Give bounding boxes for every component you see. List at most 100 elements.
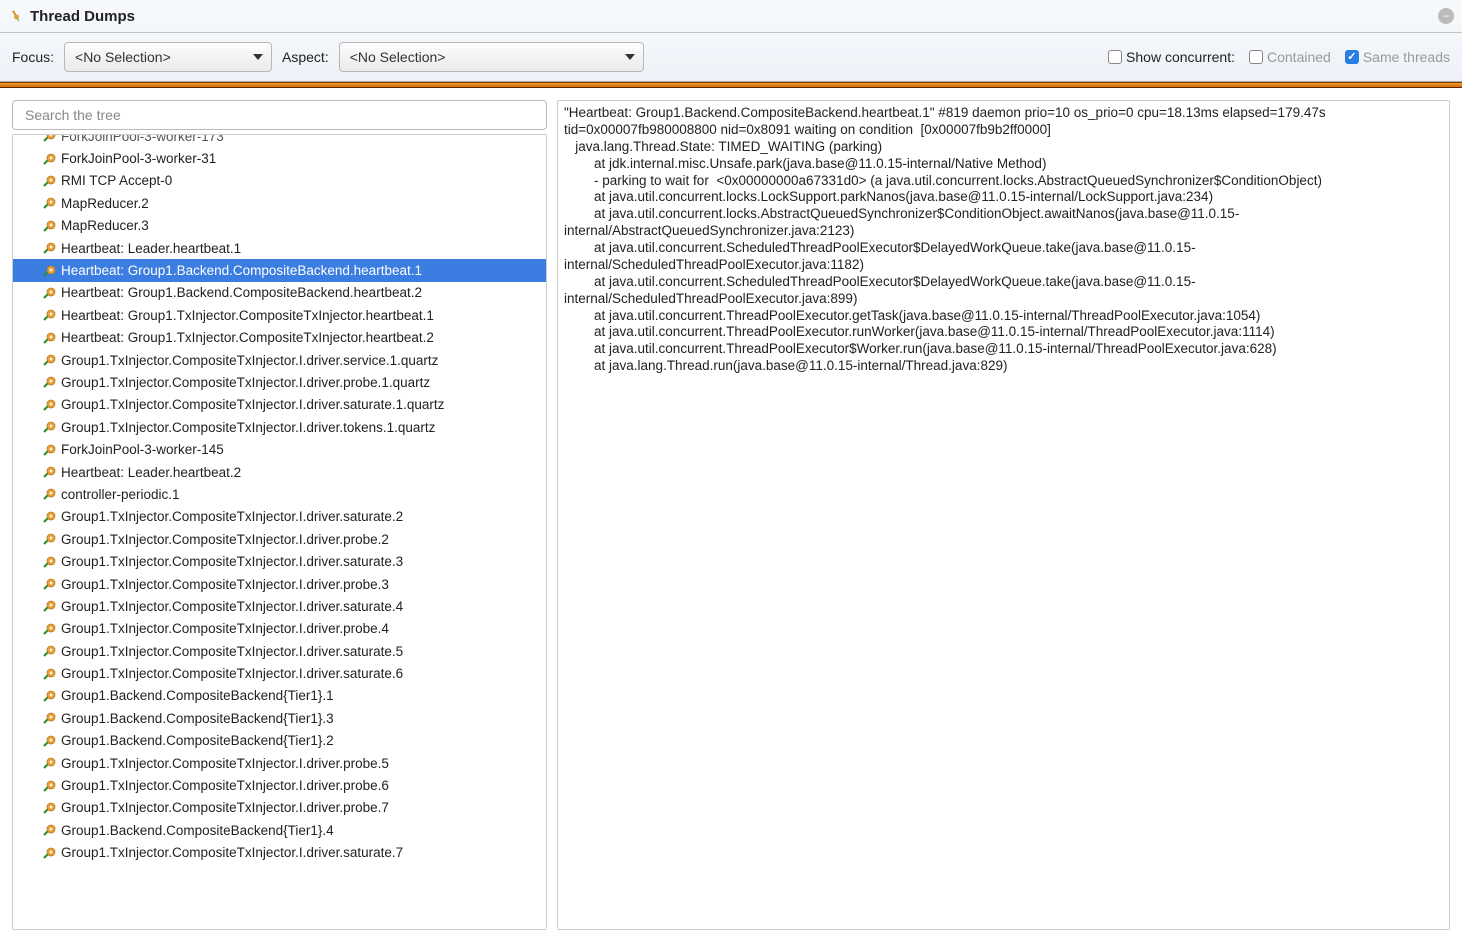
thread-icon <box>43 152 57 166</box>
chevron-down-icon <box>253 54 263 60</box>
tree-item-label: Group1.TxInjector.CompositeTxInjector.I.… <box>61 644 403 659</box>
tree-item-label: ForkJoinPool-3-worker-31 <box>61 151 216 166</box>
tree-item[interactable]: ForkJoinPool-3-worker-145 <box>13 438 546 460</box>
thread-icon <box>43 689 57 703</box>
tree-item-label: Group1.TxInjector.CompositeTxInjector.I.… <box>61 420 435 435</box>
tree-item[interactable]: Group1.Backend.CompositeBackend{Tier1}.3 <box>13 707 546 729</box>
tree-item[interactable]: Group1.TxInjector.CompositeTxInjector.I.… <box>13 797 546 819</box>
tree-item[interactable]: ForkJoinPool-3-worker-173 <box>13 135 546 147</box>
thread-icon <box>43 801 57 815</box>
tree-item[interactable]: controller-periodic.1 <box>13 483 546 505</box>
tree-item-label: Group1.Backend.CompositeBackend{Tier1}.2 <box>61 733 334 748</box>
tree-item-label: MapReducer.3 <box>61 218 149 233</box>
tree-item-label: Group1.TxInjector.CompositeTxInjector.I.… <box>61 845 403 860</box>
tree-item[interactable]: Group1.TxInjector.CompositeTxInjector.I.… <box>13 640 546 662</box>
tree-item-label: Group1.Backend.CompositeBackend{Tier1}.1 <box>61 688 334 703</box>
focus-value: <No Selection> <box>75 49 171 65</box>
tree-scroll[interactable]: ForkJoinPool-3-worker-173 ForkJoinPool-3-… <box>13 135 546 929</box>
tree-item[interactable]: Group1.TxInjector.CompositeTxInjector.I.… <box>13 662 546 684</box>
tree-container: ForkJoinPool-3-worker-173 ForkJoinPool-3-… <box>12 134 547 930</box>
thread-icon <box>43 286 57 300</box>
tree-item[interactable]: Group1.Backend.CompositeBackend{Tier1}.1 <box>13 685 546 707</box>
thread-icon <box>43 846 57 860</box>
tree-item-label: ForkJoinPool-3-worker-145 <box>61 442 224 457</box>
thread-icon <box>43 241 57 255</box>
tree-item[interactable]: Group1.TxInjector.CompositeTxInjector.I.… <box>13 506 546 528</box>
focus-dropdown[interactable]: <No Selection> <box>64 42 272 72</box>
tree-item-label: Group1.TxInjector.CompositeTxInjector.I.… <box>61 353 438 368</box>
tree-item[interactable]: Group1.Backend.CompositeBackend{Tier1}.2 <box>13 730 546 752</box>
tree-item-label: ForkJoinPool-3-worker-173 <box>61 135 224 144</box>
header: Thread Dumps − Focus: <No Selection> Asp… <box>0 0 1462 82</box>
tree-item[interactable]: Group1.TxInjector.CompositeTxInjector.I.… <box>13 752 546 774</box>
thread-icon <box>43 644 57 658</box>
tree-item-label: controller-periodic.1 <box>61 487 180 502</box>
show-concurrent-checkbox[interactable] <box>1108 50 1122 64</box>
tree-item[interactable]: MapReducer.2 <box>13 192 546 214</box>
thread-icon <box>43 823 57 837</box>
tree-item-label: Group1.Backend.CompositeBackend{Tier1}.3 <box>61 711 334 726</box>
tree-item[interactable]: Group1.TxInjector.CompositeTxInjector.I.… <box>13 573 546 595</box>
thread-icon <box>43 532 57 546</box>
tree-item[interactable]: Group1.Backend.CompositeBackend{Tier1}.4 <box>13 819 546 841</box>
tree-item[interactable]: Group1.TxInjector.CompositeTxInjector.I.… <box>13 618 546 640</box>
thread-icon <box>43 196 57 210</box>
pin-icon <box>8 8 24 24</box>
tree-item[interactable]: Heartbeat: Leader.heartbeat.2 <box>13 461 546 483</box>
tree-item[interactable]: Group1.TxInjector.CompositeTxInjector.I.… <box>13 595 546 617</box>
thread-icon <box>43 756 57 770</box>
same-threads-checkbox[interactable] <box>1345 50 1359 64</box>
tree-item[interactable]: Heartbeat: Group1.TxInjector.CompositeTx… <box>13 327 546 349</box>
chevron-down-icon <box>625 54 635 60</box>
thread-icon <box>43 487 57 501</box>
tree-item[interactable]: Group1.TxInjector.CompositeTxInjector.I.… <box>13 416 546 438</box>
thread-icon <box>43 734 57 748</box>
focus-label: Focus: <box>12 49 54 65</box>
thread-icon <box>43 375 57 389</box>
tree-item[interactable]: Group1.TxInjector.CompositeTxInjector.I.… <box>13 774 546 796</box>
main-area: ForkJoinPool-3-worker-173 ForkJoinPool-3-… <box>0 88 1462 930</box>
tree-item-label: Group1.TxInjector.CompositeTxInjector.I.… <box>61 800 389 815</box>
tree-item[interactable]: Heartbeat: Group1.Backend.CompositeBacke… <box>13 259 546 281</box>
tree-item[interactable]: Group1.TxInjector.CompositeTxInjector.I.… <box>13 371 546 393</box>
show-concurrent-group: Show concurrent: <box>1108 49 1235 65</box>
tree-item-label: RMI TCP Accept-0 <box>61 173 172 188</box>
title-row: Thread Dumps − <box>0 0 1462 32</box>
page-title: Thread Dumps <box>30 8 135 25</box>
tree-item[interactable]: Heartbeat: Group1.Backend.CompositeBacke… <box>13 282 546 304</box>
aspect-label: Aspect: <box>282 49 329 65</box>
aspect-dropdown[interactable]: <No Selection> <box>339 42 644 72</box>
minimize-icon[interactable]: − <box>1438 8 1454 24</box>
tree-item-label: Heartbeat: Group1.Backend.CompositeBacke… <box>61 285 422 300</box>
tree-item[interactable]: Heartbeat: Leader.heartbeat.1 <box>13 237 546 259</box>
search-box[interactable] <box>12 100 547 130</box>
thread-icon <box>43 779 57 793</box>
tree-item-label: Heartbeat: Group1.TxInjector.CompositeTx… <box>61 308 434 323</box>
tree-item-label: Group1.TxInjector.CompositeTxInjector.I.… <box>61 554 403 569</box>
tree-item-label: Group1.TxInjector.CompositeTxInjector.I.… <box>61 532 389 547</box>
toolbar: Focus: <No Selection> Aspect: <No Select… <box>0 33 1462 81</box>
contained-label: Contained <box>1267 49 1331 65</box>
left-panel: ForkJoinPool-3-worker-173 ForkJoinPool-3-… <box>12 100 547 930</box>
tree-item[interactable]: Group1.TxInjector.CompositeTxInjector.I.… <box>13 528 546 550</box>
contained-checkbox[interactable] <box>1249 50 1263 64</box>
thread-icon <box>43 308 57 322</box>
thread-icon <box>43 555 57 569</box>
tree-item[interactable]: Group1.TxInjector.CompositeTxInjector.I.… <box>13 842 546 864</box>
tree-item-label: Heartbeat: Group1.TxInjector.CompositeTx… <box>61 330 434 345</box>
tree-item[interactable]: Heartbeat: Group1.TxInjector.CompositeTx… <box>13 304 546 326</box>
thread-icon <box>43 599 57 613</box>
tree-item[interactable]: ForkJoinPool-3-worker-31 <box>13 147 546 169</box>
same-threads-label: Same threads <box>1363 49 1450 65</box>
thread-icon <box>43 264 57 278</box>
stack-trace-text: "Heartbeat: Group1.Backend.CompositeBack… <box>564 105 1443 375</box>
tree-item-label: Group1.Backend.CompositeBackend{Tier1}.4 <box>61 823 334 838</box>
tree-item[interactable]: Group1.TxInjector.CompositeTxInjector.I.… <box>13 550 546 572</box>
tree-item[interactable]: Group1.TxInjector.CompositeTxInjector.I.… <box>13 349 546 371</box>
tree-item[interactable]: Group1.TxInjector.CompositeTxInjector.I.… <box>13 394 546 416</box>
tree-item[interactable]: RMI TCP Accept-0 <box>13 170 546 192</box>
search-input[interactable] <box>23 106 536 124</box>
tree-item-label: Group1.TxInjector.CompositeTxInjector.I.… <box>61 375 430 390</box>
tree-item-label: Group1.TxInjector.CompositeTxInjector.I.… <box>61 778 389 793</box>
tree-item[interactable]: MapReducer.3 <box>13 215 546 237</box>
